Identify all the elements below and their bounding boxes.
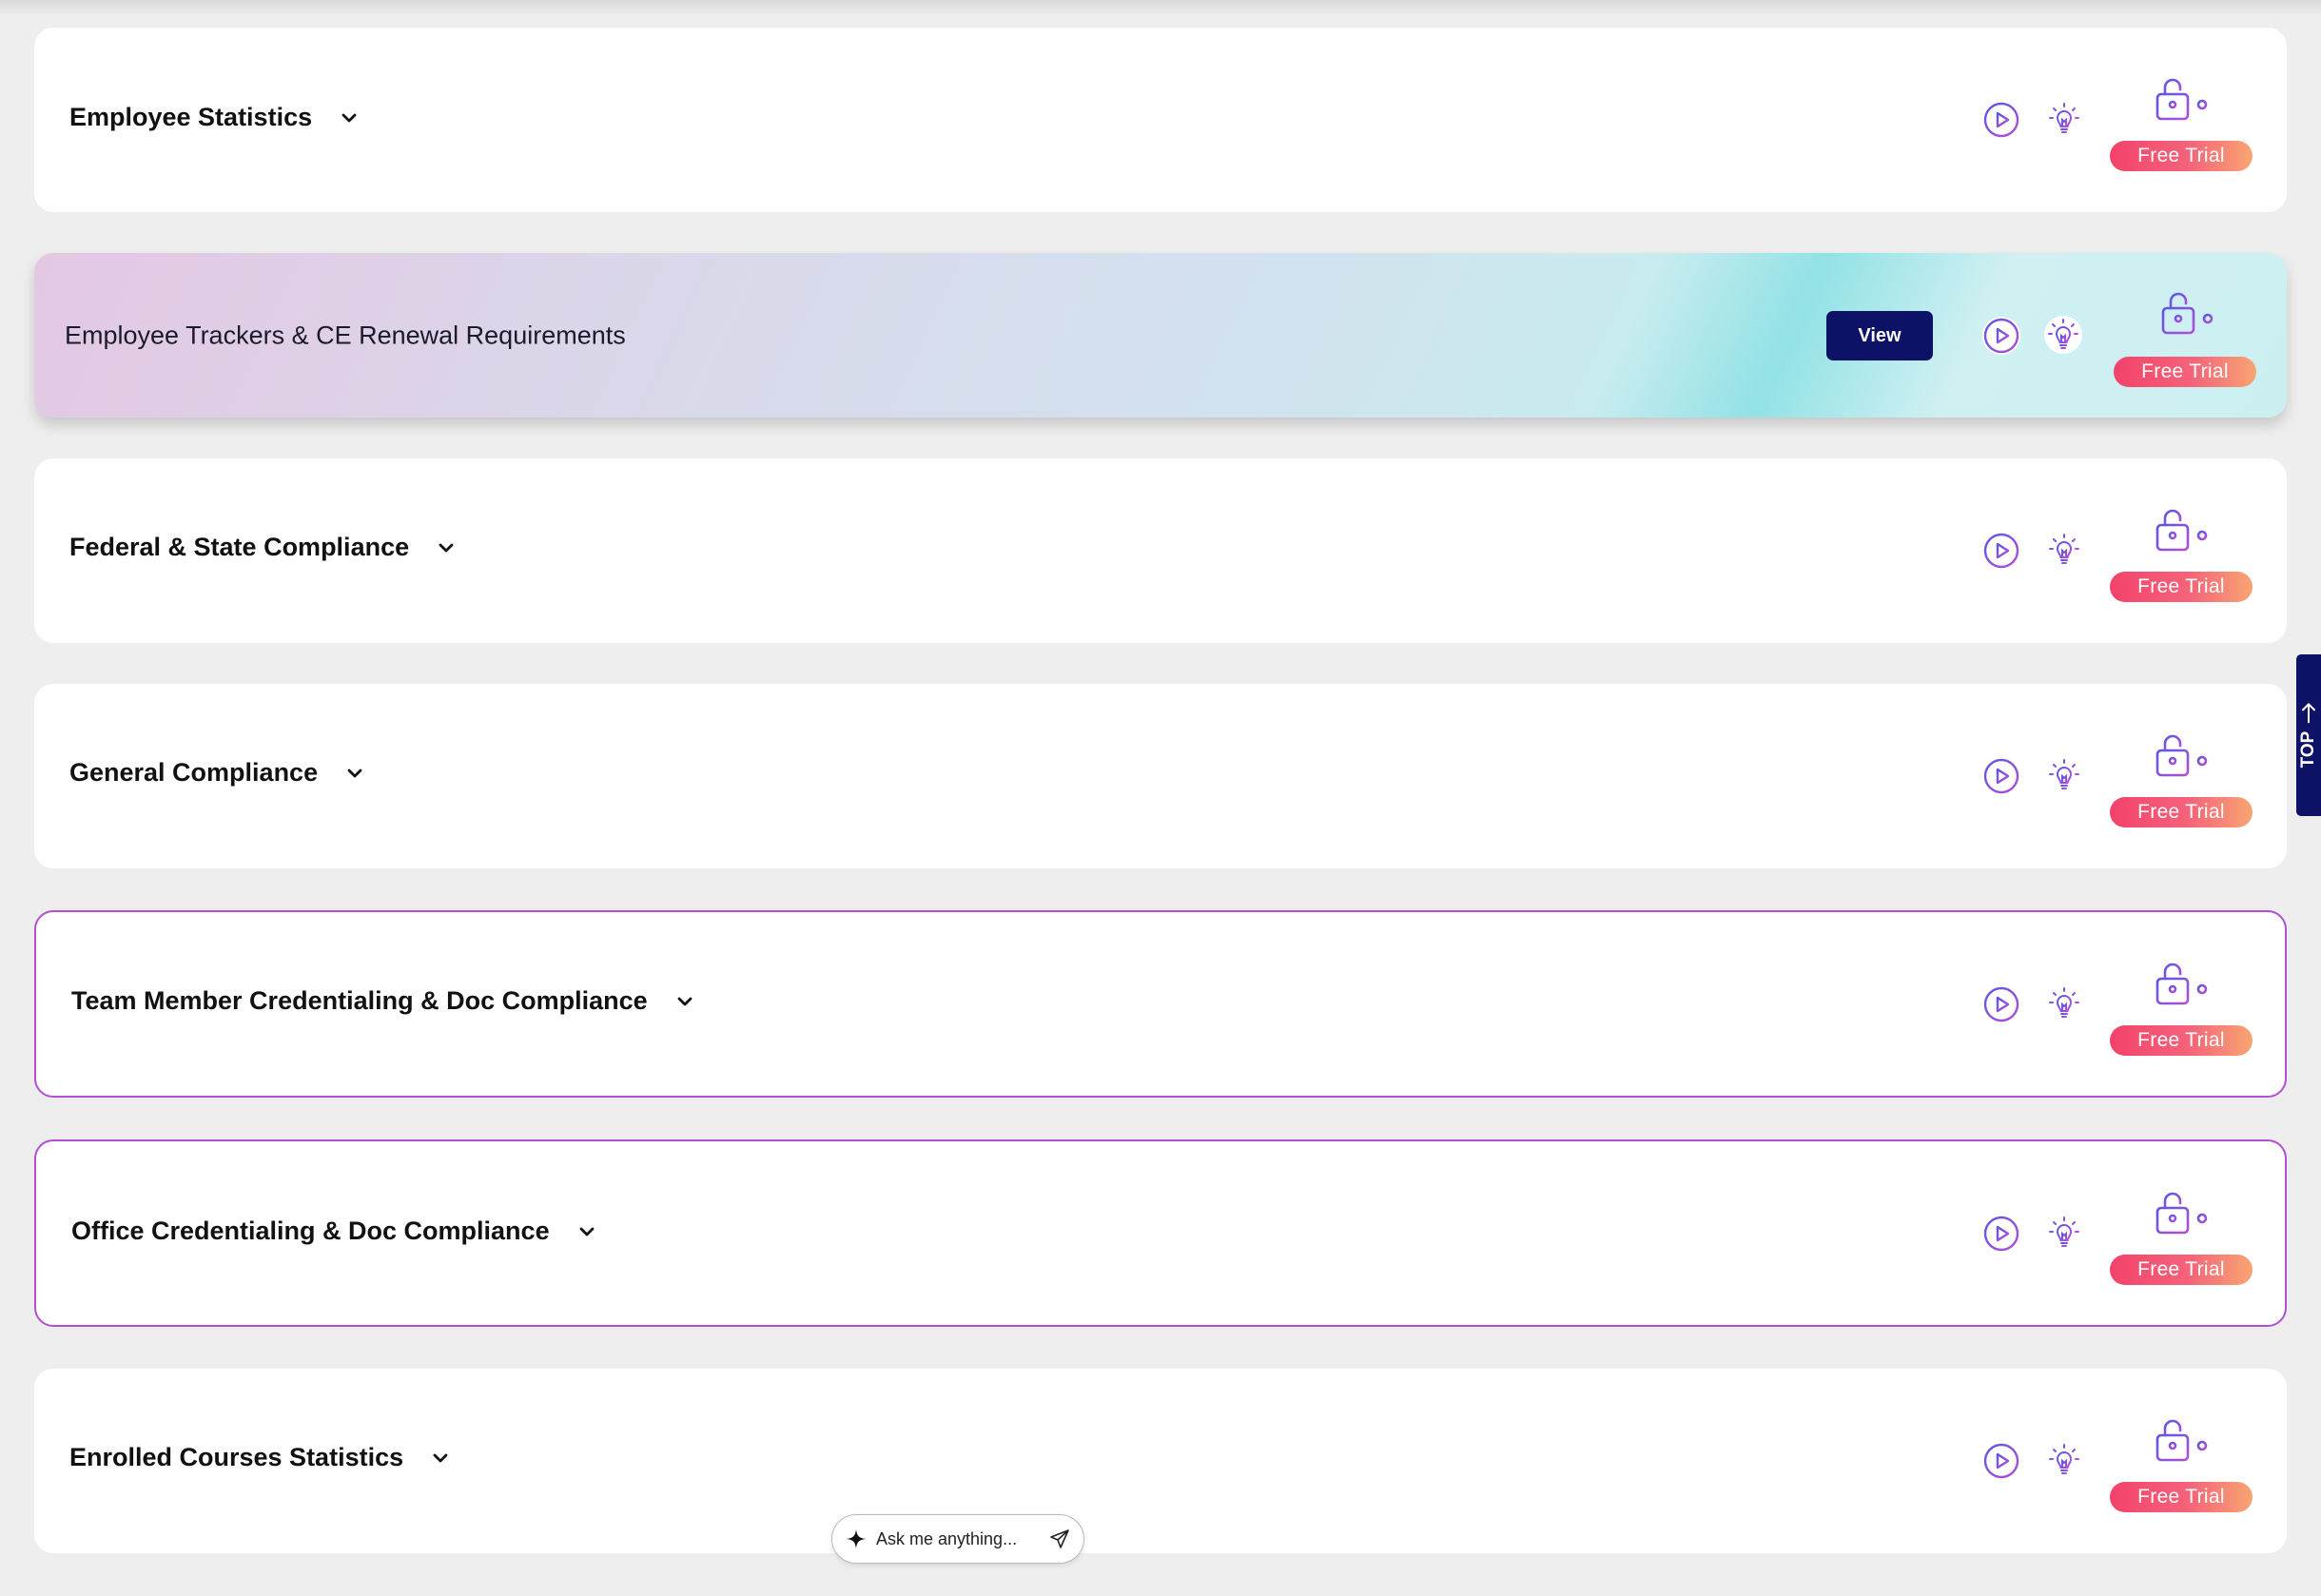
card-team-member-credentialing: Team Member Credentialing & Doc Complian… [34, 910, 2287, 1098]
page: Employee Statistics Free Trial Employee … [0, 0, 2321, 1596]
lock-icon [2152, 75, 2209, 128]
chevron-down-icon[interactable] [430, 1448, 451, 1469]
view-button[interactable]: View [1826, 311, 1933, 360]
chevron-down-icon[interactable] [436, 537, 457, 558]
free-trial-button[interactable]: Free Trial [2110, 141, 2253, 171]
play-icon[interactable] [1982, 317, 2020, 355]
sparkle-icon [847, 1529, 866, 1548]
lock-icon [2152, 1416, 2209, 1469]
play-icon[interactable] [1982, 1442, 2020, 1480]
card-office-credentialing: Office Credentialing & Doc Compliance Fr… [34, 1139, 2287, 1327]
free-trial-button[interactable]: Free Trial [2110, 572, 2253, 602]
lightbulb-icon[interactable] [2044, 316, 2082, 354]
card-title: Employee Statistics [69, 103, 313, 131]
card-title-toggle[interactable]: Office Credentialing & Doc Compliance [71, 1216, 597, 1246]
card-title-toggle[interactable]: General Compliance [69, 758, 365, 788]
free-trial-button[interactable]: Free Trial [2114, 357, 2256, 387]
lightbulb-icon[interactable] [2045, 1441, 2083, 1479]
lightbulb-icon[interactable] [2045, 984, 2083, 1022]
card-title: Employee Trackers & CE Renewal Requireme… [65, 321, 626, 349]
lock-icon [2152, 1189, 2209, 1242]
card-employee-trackers: Employee Trackers & CE Renewal Requireme… [34, 253, 2287, 418]
card-employee-statistics: Employee Statistics Free Trial [34, 28, 2287, 212]
arrow-up-icon [2302, 703, 2315, 724]
play-icon[interactable] [1982, 1215, 2020, 1253]
card-general-compliance: General Compliance Free Trial [34, 684, 2287, 868]
assistant-input[interactable] [876, 1528, 1049, 1549]
chevron-down-icon[interactable] [339, 107, 360, 128]
lock-icon [2152, 506, 2209, 559]
scroll-top-button[interactable]: TOP [2296, 654, 2321, 816]
free-trial-button[interactable]: Free Trial [2110, 1025, 2253, 1056]
scroll-top-label: TOP [2298, 730, 2318, 769]
assistant-chat-box [831, 1514, 1084, 1564]
card-enrolled-courses-statistics: Enrolled Courses Statistics Free Trial [34, 1369, 2287, 1553]
card-title-toggle[interactable]: Enrolled Courses Statistics [69, 1443, 451, 1472]
card-title-toggle[interactable]: Team Member Credentialing & Doc Complian… [71, 986, 695, 1016]
lock-icon [2157, 289, 2214, 342]
card-title-toggle[interactable]: Employee Statistics [69, 103, 360, 132]
lightbulb-icon[interactable] [2045, 100, 2083, 138]
send-icon[interactable] [1049, 1528, 1070, 1549]
free-trial-button[interactable]: Free Trial [2110, 797, 2253, 827]
card-title: General Compliance [69, 758, 319, 787]
chevron-down-icon[interactable] [344, 763, 365, 784]
play-icon[interactable] [1982, 757, 2020, 795]
card-title-toggle[interactable]: Federal & State Compliance [69, 533, 457, 562]
lightbulb-icon[interactable] [2045, 1214, 2083, 1252]
lightbulb-icon[interactable] [2045, 531, 2083, 569]
lock-icon [2152, 960, 2209, 1013]
play-icon[interactable] [1982, 985, 2020, 1023]
free-trial-button[interactable]: Free Trial [2110, 1255, 2253, 1285]
card-title: Federal & State Compliance [69, 533, 410, 561]
chevron-down-icon[interactable] [674, 991, 695, 1012]
lightbulb-icon[interactable] [2045, 756, 2083, 794]
play-icon[interactable] [1982, 101, 2020, 139]
top-shadow [0, 0, 2321, 15]
card-title: Team Member Credentialing & Doc Complian… [71, 986, 648, 1015]
card-title: Office Credentialing & Doc Compliance [71, 1216, 550, 1245]
chevron-down-icon[interactable] [576, 1221, 597, 1242]
card-federal-state-compliance: Federal & State Compliance Free Trial [34, 458, 2287, 643]
play-icon[interactable] [1982, 532, 2020, 570]
card-title: Enrolled Courses Statistics [69, 1443, 404, 1471]
free-trial-button[interactable]: Free Trial [2110, 1482, 2253, 1512]
lock-icon [2152, 731, 2209, 785]
